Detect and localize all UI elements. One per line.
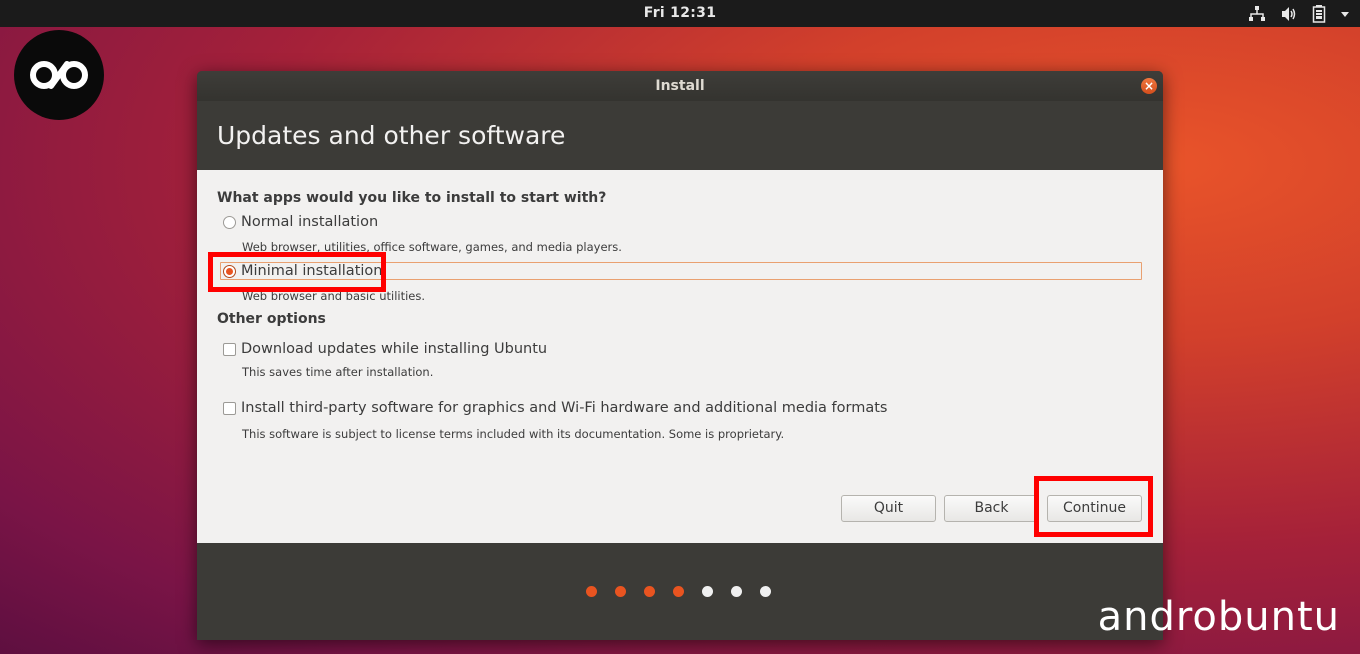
installer-window: Install × Updates and other software Wha… <box>197 71 1163 640</box>
progress-dot <box>731 586 742 597</box>
page-header: Updates and other software <box>197 101 1163 170</box>
normal-installation-option[interactable]: Normal installation <box>223 214 378 230</box>
volume-icon[interactable] <box>1280 5 1298 23</box>
third-party-option[interactable]: Install third-party software for graphic… <box>223 400 887 416</box>
minimal-installation-highlight <box>208 252 386 292</box>
progress-dot <box>673 586 684 597</box>
progress-dot <box>586 586 597 597</box>
download-updates-label[interactable]: Download updates while installing Ubuntu <box>241 341 547 357</box>
quit-button[interactable]: Quit <box>841 495 936 522</box>
window-titlebar[interactable]: Install × <box>197 71 1163 101</box>
system-menu-arrow-icon[interactable] <box>1340 5 1350 23</box>
progress-dot <box>615 586 626 597</box>
third-party-label[interactable]: Install third-party software for graphic… <box>241 400 887 416</box>
page-title: Updates and other software <box>217 121 565 150</box>
download-updates-description: This saves time after installation. <box>242 365 433 379</box>
window-title: Install <box>197 78 1163 94</box>
continue-button-highlight <box>1034 476 1153 537</box>
close-icon[interactable]: × <box>1141 78 1157 94</box>
third-party-description: This software is subject to license term… <box>242 427 784 441</box>
content-panel: What apps would you like to install to s… <box>197 170 1163 543</box>
progress-dots <box>586 586 771 597</box>
progress-dot <box>702 586 713 597</box>
network-icon[interactable] <box>1248 5 1266 23</box>
logo-icon <box>24 58 94 92</box>
top-panel: Fri 12:31 <box>0 0 1360 27</box>
progress-dot <box>644 586 655 597</box>
other-options-heading: Other options <box>217 311 326 327</box>
system-tray[interactable] <box>1248 4 1350 24</box>
progress-dot <box>760 586 771 597</box>
clock[interactable]: Fri 12:31 <box>0 5 1360 21</box>
third-party-checkbox[interactable] <box>223 402 236 415</box>
watermark: androbuntu <box>1098 594 1340 640</box>
site-logo <box>14 30 104 120</box>
question-label: What apps would you like to install to s… <box>217 190 606 206</box>
back-button[interactable]: Back <box>944 495 1039 522</box>
battery-icon[interactable] <box>1312 5 1326 23</box>
progress-footer <box>197 543 1163 640</box>
normal-installation-label[interactable]: Normal installation <box>241 214 378 230</box>
normal-installation-radio[interactable] <box>223 216 236 229</box>
download-updates-checkbox[interactable] <box>223 343 236 356</box>
download-updates-option[interactable]: Download updates while installing Ubuntu <box>223 341 547 357</box>
